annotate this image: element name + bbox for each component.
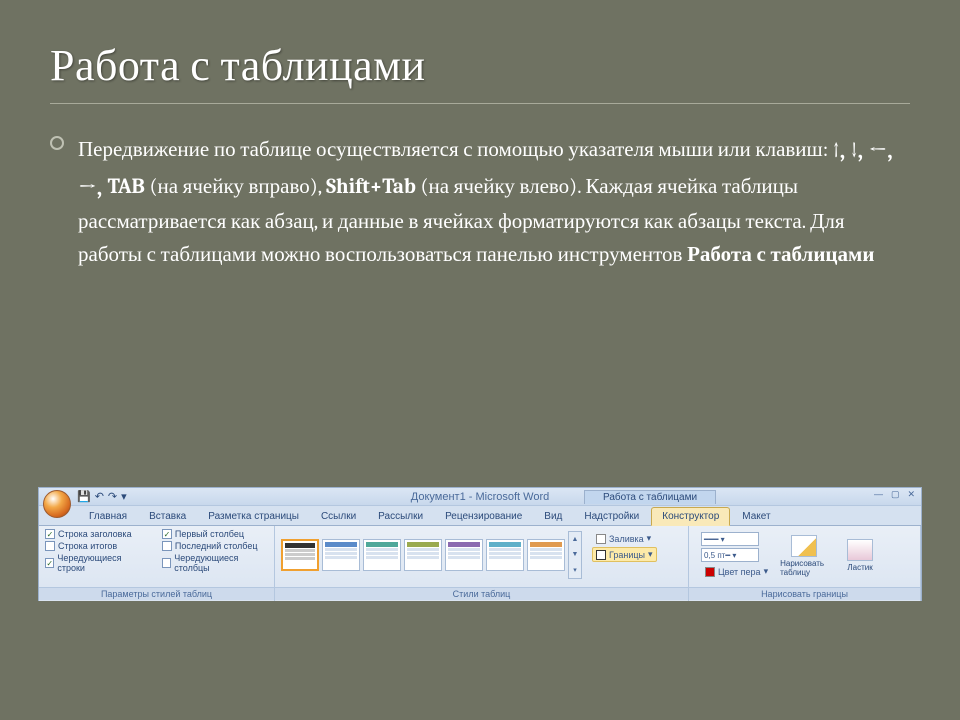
chk-banded-cols[interactable]: Чередующиеся столбцы xyxy=(162,553,268,573)
tab-references[interactable]: Ссылки xyxy=(311,508,366,525)
ribbon-tabs: Главная Вставка Разметка страницы Ссылки… xyxy=(39,506,921,526)
tab-home[interactable]: Главная xyxy=(79,508,137,525)
line-style-select[interactable]: ━━━ ▾ xyxy=(701,532,759,546)
redo-icon[interactable]: ↷ xyxy=(108,490,117,503)
eraser-button[interactable]: Ластик xyxy=(836,539,884,572)
shift-tab-key: Shift+Tab xyxy=(326,175,416,199)
tab-layout[interactable]: Макет xyxy=(732,508,780,525)
pencil-table-icon xyxy=(791,535,817,557)
tab-addins[interactable]: Надстройки xyxy=(574,508,649,525)
tab-insert[interactable]: Вставка xyxy=(139,508,196,525)
shading-button[interactable]: Заливка▾ xyxy=(592,531,657,546)
style-thumb[interactable] xyxy=(281,539,319,571)
group-draw-borders: ━━━ ▾ 0,5 пт ━ ▾ Цвет пера▾ Нарисовать т… xyxy=(689,526,921,601)
style-thumb[interactable] xyxy=(404,539,442,571)
quick-access-toolbar[interactable]: 💾 ↶ ↷ ▾ xyxy=(77,490,127,503)
eraser-icon xyxy=(847,539,873,561)
style-thumb[interactable] xyxy=(363,539,401,571)
group-label-draw: Нарисовать границы xyxy=(689,587,920,600)
tab-review[interactable]: Рецензирование xyxy=(435,508,532,525)
save-icon[interactable]: 💾 xyxy=(77,490,91,503)
borders-button[interactable]: Границы▾ xyxy=(592,547,657,562)
styles-gallery[interactable]: ▲▼▾ xyxy=(281,529,582,581)
chk-header-row[interactable]: ✓Строка заголовка xyxy=(45,529,144,539)
word-ribbon: 💾 ↶ ↷ ▾ Документ1 - Microsoft Word Работ… xyxy=(38,487,922,601)
chk-total-row[interactable]: Строка итогов xyxy=(45,541,144,551)
bullet-icon xyxy=(50,136,64,150)
tab-mailings[interactable]: Рассылки xyxy=(368,508,433,525)
tab-view[interactable]: Вид xyxy=(534,508,572,525)
group-table-styles: ▲▼▾ Заливка▾ Границы▾ Стили таблиц xyxy=(275,526,689,601)
document-title: Документ1 - Microsoft Word xyxy=(411,491,549,503)
title-bar: 💾 ↶ ↷ ▾ Документ1 - Microsoft Word Работ… xyxy=(39,488,921,506)
style-thumb[interactable] xyxy=(527,539,565,571)
tab-key: TAB xyxy=(108,175,145,199)
office-button[interactable] xyxy=(43,490,71,518)
style-thumb[interactable] xyxy=(445,539,483,571)
style-thumb[interactable] xyxy=(322,539,360,571)
slide-title: Работа с таблицами xyxy=(50,40,910,104)
chk-last-col[interactable]: Последний столбец xyxy=(162,541,268,551)
tab-design[interactable]: Конструктор xyxy=(651,507,730,526)
body-paragraph: Передвижение по таблице осуществляется с… xyxy=(50,132,910,271)
gallery-scroll[interactable]: ▲▼▾ xyxy=(568,531,582,579)
contextual-tab-label: Работа с таблицами xyxy=(584,490,716,504)
chevron-down-icon: ▾ xyxy=(648,549,653,560)
group-style-options: ✓Строка заголовка Строка итогов ✓Чередую… xyxy=(39,526,275,601)
draw-table-button[interactable]: Нарисовать таблицу xyxy=(780,535,828,577)
qat-dropdown-icon[interactable]: ▾ xyxy=(121,490,127,503)
tab-desc: (на ячейку вправо), xyxy=(149,175,326,199)
body-pre: Передвижение по таблице осуществляется с… xyxy=(78,138,833,162)
group-label-options: Параметры стилей таблиц xyxy=(39,587,274,600)
chk-first-col[interactable]: ✓Первый столбец xyxy=(162,529,268,539)
undo-icon[interactable]: ↶ xyxy=(95,490,104,503)
pen-color-button[interactable]: Цвет пера▾ xyxy=(701,564,772,579)
group-label-styles: Стили таблиц xyxy=(275,587,688,600)
panel-name: Работа с таблицами xyxy=(687,243,874,267)
style-thumb[interactable] xyxy=(486,539,524,571)
chevron-down-icon: ▾ xyxy=(647,533,652,544)
window-controls[interactable]: —▢✕ xyxy=(874,489,915,500)
tab-page-layout[interactable]: Разметка страницы xyxy=(198,508,309,525)
line-width-select[interactable]: 0,5 пт ━ ▾ xyxy=(701,548,759,562)
chk-banded-rows[interactable]: ✓Чередующиеся строки xyxy=(45,553,144,573)
